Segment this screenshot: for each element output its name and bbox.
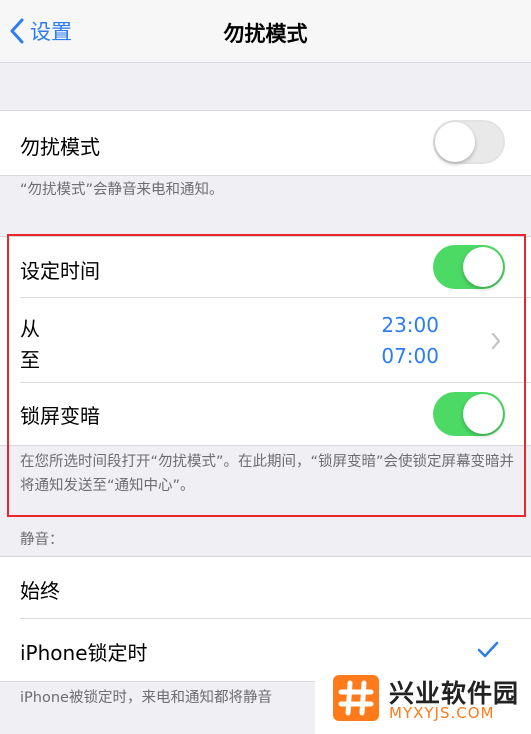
schedule-footnote: 在您所选时间段打开“勿扰模式”。在此期间，“锁屏变暗”会使锁定屏幕变暗并将通知发…: [20, 454, 515, 494]
silence-option-always[interactable]: 始终: [0, 557, 531, 618]
checkmark-icon: [477, 641, 499, 658]
chevron-right-icon: [491, 332, 501, 350]
hash-logo-icon: [333, 675, 379, 721]
dim-lock-row: 锁屏变暗: [0, 383, 531, 445]
time-range-row[interactable]: 从 至 23:00 07:00: [0, 298, 531, 382]
from-time: 23:00: [381, 313, 439, 337]
silence-header: 静音：: [20, 532, 64, 548]
option-label: 始终: [20, 579, 60, 603]
to-time: 07:00: [381, 344, 439, 368]
dnd-toggle[interactable]: [433, 120, 505, 164]
watermark: 兴业软件园 MYXYJS.COM: [315, 662, 531, 734]
schedule-row: 设定时间: [0, 237, 531, 297]
dim-lock-toggle[interactable]: [433, 392, 505, 436]
dnd-group: 勿扰模式: [0, 110, 531, 176]
schedule-group: 设定时间 从 至 23:00 07:00 锁屏变暗: [0, 236, 531, 446]
option-label: iPhone锁定时: [20, 641, 148, 665]
dnd-footnote: “勿扰模式”会静音来电和通知。: [20, 182, 224, 198]
to-label: 至: [20, 348, 40, 372]
toggle-knob: [463, 394, 503, 434]
dnd-label: 勿扰模式: [20, 135, 100, 159]
from-label: 从: [20, 317, 40, 341]
toggle-knob: [435, 122, 475, 162]
page-title: 勿扰模式: [223, 22, 308, 46]
schedule-toggle[interactable]: [433, 245, 505, 289]
dim-lock-label: 锁屏变暗: [20, 404, 100, 428]
toggle-knob: [463, 247, 503, 287]
watermark-url: MYXYJS.COM: [389, 704, 495, 722]
schedule-label: 设定时间: [20, 259, 100, 283]
navigation-bar: 设置 勿扰模式: [0, 0, 531, 63]
